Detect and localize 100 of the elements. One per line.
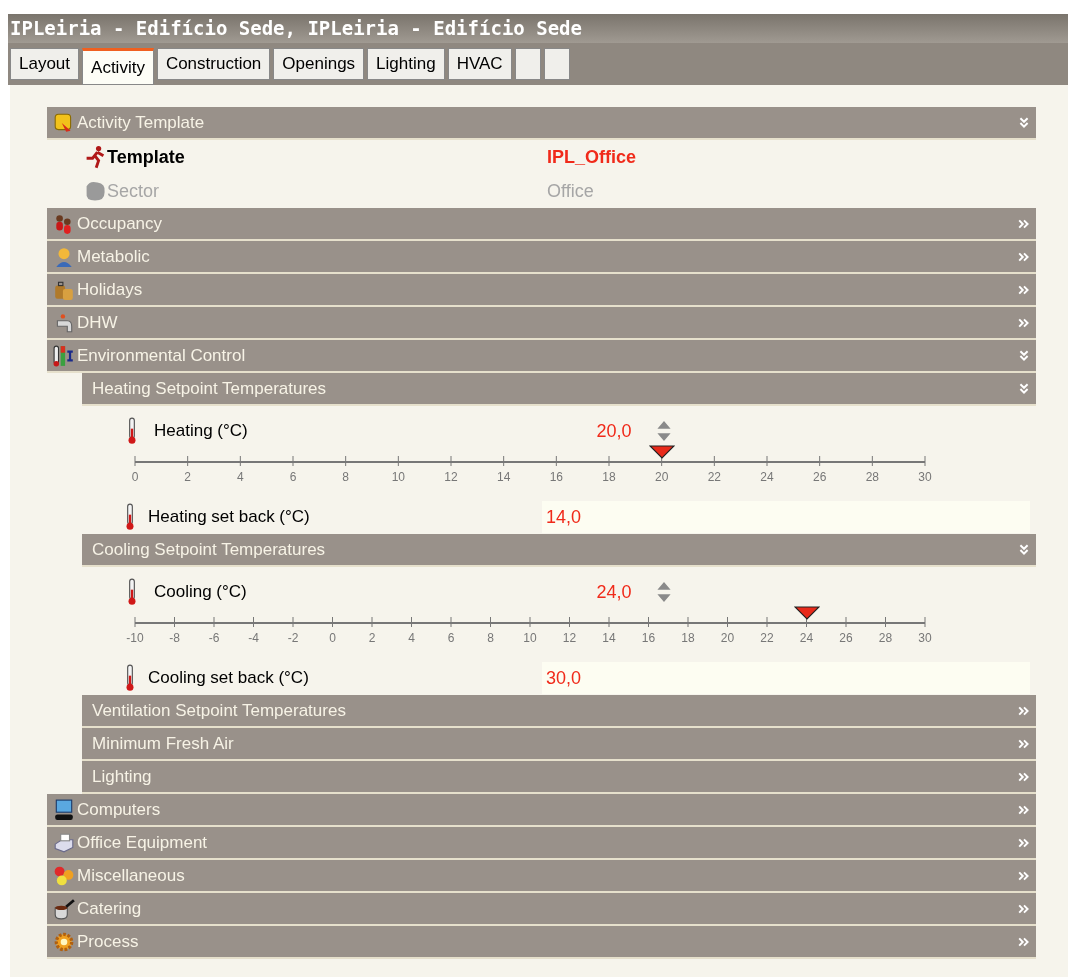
- expand-icon: [1018, 316, 1030, 329]
- expand-icon: [1018, 869, 1030, 882]
- tick-label: 4: [408, 631, 415, 645]
- section-title: Process: [77, 931, 140, 952]
- section-header[interactable]: Holidays: [47, 274, 1036, 307]
- section-header[interactable]: Miscellaneous: [47, 860, 1036, 893]
- field-value: IPL_Office: [547, 146, 637, 168]
- balls-icon: [53, 864, 75, 887]
- tick-label: 14: [602, 631, 616, 645]
- field-value: Office: [547, 180, 594, 202]
- slider-value: 20,0: [595, 420, 633, 442]
- section-header[interactable]: Metabolic: [47, 241, 1036, 274]
- thermometer-icon: [124, 503, 136, 531]
- tab[interactable]: Construction: [156, 48, 271, 80]
- tick-label: 26: [813, 470, 827, 484]
- input-field[interactable]: 14,0: [542, 501, 1030, 533]
- collapse-icon: [1018, 349, 1030, 362]
- section-header[interactable]: Process: [47, 926, 1036, 959]
- tick-label: 24: [760, 470, 774, 484]
- slider-thumb[interactable]: [793, 606, 820, 620]
- tick-label: -6: [208, 631, 220, 645]
- thermometers-icon: [53, 344, 75, 367]
- subsection-header[interactable]: Cooling Setpoint Temperatures: [82, 534, 1036, 567]
- expand-icon: [1018, 737, 1030, 750]
- section-header[interactable]: Catering: [47, 893, 1036, 926]
- gear-icon: [53, 930, 75, 953]
- subsection-title: Minimum Fresh Air: [92, 733, 235, 754]
- input-field[interactable]: 30,0: [542, 662, 1030, 694]
- tick-label: 8: [487, 631, 494, 645]
- expand-icon: [1018, 803, 1030, 816]
- tick-label: 8: [342, 470, 349, 484]
- subsection-header[interactable]: Minimum Fresh Air: [82, 728, 1036, 761]
- expand-icon: [1018, 704, 1030, 717]
- tick-label: -2: [287, 631, 299, 645]
- tick-label: 14: [497, 470, 511, 484]
- printer-icon: [53, 831, 75, 854]
- collapse-icon: [1018, 116, 1030, 129]
- thermometer-icon: [126, 578, 138, 606]
- tick-label: -8: [169, 631, 180, 645]
- collapse-icon: [1018, 543, 1030, 556]
- tab[interactable]: [543, 48, 570, 80]
- field-label: Sector: [107, 180, 161, 202]
- tick-label: 12: [562, 631, 577, 645]
- slider-thumb[interactable]: [648, 445, 675, 459]
- section-title: Occupancy: [77, 213, 164, 234]
- section-header[interactable]: Office Equipment: [47, 827, 1036, 860]
- pan-icon: [53, 897, 75, 920]
- tick-label: 20: [720, 631, 735, 645]
- section-header[interactable]: Activity Template: [47, 107, 1036, 140]
- subsection-header[interactable]: Heating Setpoint Temperatures: [82, 373, 1036, 406]
- section-header[interactable]: Occupancy: [47, 208, 1036, 241]
- tick-label: 16: [641, 631, 656, 645]
- tick-label: 2: [368, 631, 376, 645]
- tab[interactable]: Activity: [82, 48, 154, 85]
- tick-label: 10: [523, 631, 537, 645]
- tick-label: 28: [878, 631, 893, 645]
- tick-label: -10: [126, 631, 144, 645]
- tick-label: 16: [549, 470, 563, 484]
- tab[interactable]: [514, 48, 541, 80]
- tick-label: 22: [707, 470, 721, 484]
- tick-label: 18: [602, 470, 616, 484]
- tick-label: -4: [248, 631, 259, 645]
- tab[interactable]: Openings: [273, 48, 365, 80]
- section-header[interactable]: Computers: [47, 794, 1036, 827]
- expand-icon: [1018, 935, 1030, 948]
- tab[interactable]: Lighting: [367, 48, 445, 80]
- slider-label: Cooling (°C): [154, 582, 248, 602]
- expand-icon: [1018, 217, 1030, 230]
- tick-label: 0: [329, 631, 336, 645]
- subsection-header[interactable]: Ventilation Setpoint Temperatures: [82, 695, 1036, 728]
- tab[interactable]: HVAC: [447, 48, 512, 80]
- window-title: IPLeiria - Edifício Sede, IPLeiria - Edifício Sede: [8, 14, 1068, 43]
- tick-label: 22: [760, 631, 774, 645]
- expand-icon: [1018, 770, 1030, 783]
- tick-label: 6: [289, 470, 297, 484]
- subsection-title: Cooling Setpoint Temperatures: [92, 539, 327, 560]
- tick-label: 30: [918, 631, 932, 645]
- spinner-icon[interactable]: [656, 581, 672, 603]
- tick-label: 12: [444, 470, 458, 484]
- section-title: Computers: [77, 799, 162, 820]
- section-header[interactable]: Environmental Control: [47, 340, 1036, 373]
- field-label: Template: [107, 146, 186, 168]
- slider-label: Heating (°C): [154, 421, 249, 441]
- tick-label: 24: [799, 631, 814, 645]
- expand-icon: [1018, 902, 1030, 915]
- subsection-title: Heating Setpoint Temperatures: [92, 378, 328, 399]
- subsection-title: Lighting: [92, 766, 153, 787]
- section-header[interactable]: DHW: [47, 307, 1036, 340]
- section-title: Metabolic: [77, 246, 151, 267]
- tick-label: 10: [391, 470, 405, 484]
- tick-label: 28: [865, 470, 879, 484]
- tick-label: 26: [839, 631, 853, 645]
- section-title: Environmental Control: [77, 345, 247, 366]
- section-title: Activity Template: [77, 112, 206, 133]
- thermometer-icon: [124, 664, 136, 692]
- expand-icon: [1018, 836, 1030, 849]
- subsection-header[interactable]: Lighting: [82, 761, 1036, 794]
- input-label: Cooling set back (°C): [148, 668, 310, 688]
- tab[interactable]: Layout: [10, 48, 80, 80]
- computer-icon: [53, 798, 75, 821]
